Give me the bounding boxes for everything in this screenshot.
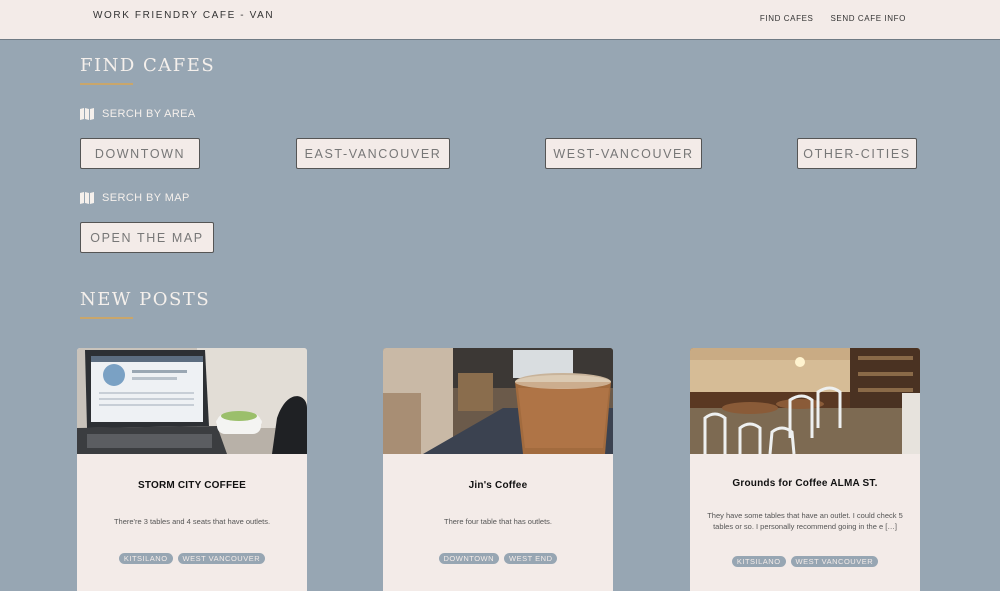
post-title[interactable]: Grounds for Coffee ALMA ST. xyxy=(690,478,920,489)
post-title[interactable]: STORM CITY COFFEE xyxy=(77,480,307,491)
post-tags: KITSILANO WEST VANCOUVER xyxy=(690,556,920,567)
post-description: They have some tables that have an outle… xyxy=(707,511,903,531)
post-card[interactable]: STORM CITY COFFEE There're 3 tables and … xyxy=(77,348,307,591)
post-description: There four table that has outlets. xyxy=(444,517,552,526)
site-brand[interactable]: WORK FRIENDRY CAFE - VAN xyxy=(93,10,274,21)
new-posts-underline xyxy=(80,317,133,319)
post-tags: DOWNTOWN WEST END xyxy=(383,553,613,564)
open-map-button[interactable]: OPEN THE MAP xyxy=(80,222,214,253)
tag[interactable]: DOWNTOWN xyxy=(438,553,500,564)
map-icon xyxy=(80,192,94,204)
new-posts-title: NEW POSTS xyxy=(80,289,211,310)
post-tags: KITSILANO WEST VANCOUVER xyxy=(77,553,307,564)
post-photo-iced-coffee xyxy=(383,348,613,454)
tag[interactable]: WEST END xyxy=(504,553,558,564)
top-nav: FIND CAFES SEND CAFE INFO xyxy=(760,14,906,23)
nav-find-cafes[interactable]: FIND CAFES xyxy=(760,14,814,23)
search-by-area-text: SERCH BY AREA xyxy=(102,108,196,120)
tag[interactable]: KITSILANO xyxy=(118,553,173,564)
area-button-west-vancouver[interactable]: WEST-VANCOUVER xyxy=(545,138,702,169)
search-by-area-label: SERCH BY AREA xyxy=(80,108,196,120)
post-description: There're 3 tables and 4 seats that have … xyxy=(113,517,271,526)
find-cafes-underline xyxy=(80,83,133,85)
tag[interactable]: KITSILANO xyxy=(731,556,786,567)
post-card[interactable]: Jin's Coffee There four table that has o… xyxy=(383,348,613,591)
post-card[interactable]: Grounds for Coffee ALMA ST. They have so… xyxy=(690,348,920,591)
nav-send-cafe-info[interactable]: SEND CAFE INFO xyxy=(830,14,906,23)
post-title[interactable]: Jin's Coffee xyxy=(383,480,613,491)
search-by-map-label: SERCH BY MAP xyxy=(80,192,190,204)
find-cafes-title: FIND CAFES xyxy=(80,55,216,76)
post-photo-cafe-interior xyxy=(690,348,920,454)
area-button-downtown[interactable]: DOWNTOWN xyxy=(80,138,200,169)
tag[interactable]: WEST VANCOUVER xyxy=(790,556,879,567)
tag[interactable]: WEST VANCOUVER xyxy=(177,553,266,564)
area-button-other-cities[interactable]: OTHER-CITIES xyxy=(797,138,917,169)
site-header: WORK FRIENDRY CAFE - VAN FIND CAFES SEND… xyxy=(0,0,1000,40)
post-photo-laptop xyxy=(77,348,307,454)
area-button-east-vancouver[interactable]: EAST-VANCOUVER xyxy=(296,138,450,169)
search-by-map-text: SERCH BY MAP xyxy=(102,192,190,204)
map-icon xyxy=(80,108,94,120)
